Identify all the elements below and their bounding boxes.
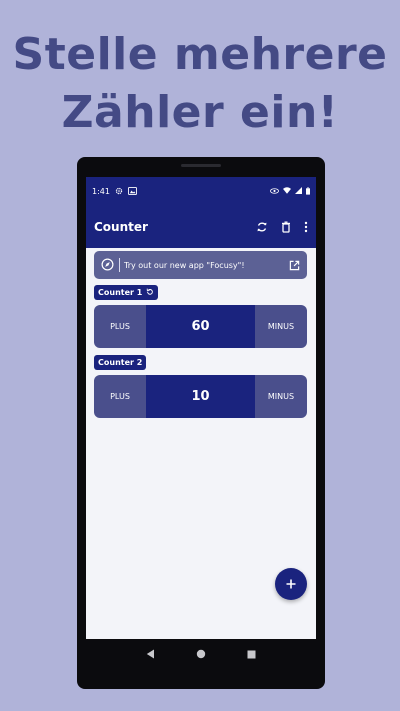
banner-text: Try out our new app "Focusy"! xyxy=(124,260,245,270)
counter-2-value: 10 xyxy=(146,375,255,418)
add-counter-button[interactable] xyxy=(275,568,307,600)
more-vert-icon[interactable] xyxy=(304,221,308,233)
compass-icon xyxy=(101,258,114,273)
counter-2-plus-button[interactable]: PLUS xyxy=(94,375,146,418)
reset-counter-icon[interactable] xyxy=(146,288,154,298)
headline-line-1: Stelle mehrere xyxy=(12,29,388,80)
counter-1-name: Counter 1 xyxy=(98,288,143,297)
refresh-icon[interactable] xyxy=(256,221,268,233)
promo-banner[interactable]: Try out our new app "Focusy"! xyxy=(94,251,307,279)
signal-icon xyxy=(295,187,302,196)
recents-icon[interactable] xyxy=(247,650,256,659)
counter-2-label[interactable]: Counter 2 xyxy=(94,355,147,370)
counter-1-minus-button[interactable]: MINUS xyxy=(255,305,307,348)
counter-1-label[interactable]: Counter 1 xyxy=(94,285,159,300)
system-nav-bar xyxy=(86,639,316,669)
delete-icon[interactable] xyxy=(281,221,291,233)
headline-line-2: Zähler ein! xyxy=(61,87,339,138)
status-time: 1:41 xyxy=(92,187,110,196)
app-bar: Counter xyxy=(86,206,316,248)
counter-1-plus-button[interactable]: PLUS xyxy=(94,305,146,348)
gear-icon xyxy=(115,187,123,197)
photo-icon xyxy=(128,186,137,197)
back-icon[interactable] xyxy=(146,649,155,659)
counter-1-value: 60 xyxy=(146,305,255,348)
app-title: Counter xyxy=(94,220,148,234)
counter-1-row: PLUS 60 MINUS xyxy=(94,305,307,348)
phone-speaker xyxy=(181,164,221,167)
promo-headline: Stelle mehrere Zähler ein! xyxy=(0,26,400,142)
battery-icon xyxy=(306,186,310,197)
counter-2-name: Counter 2 xyxy=(98,358,143,367)
status-bar: 1:41 xyxy=(86,177,316,206)
phone-frame: 1:41 Counter Try out our new app "Focusy… xyxy=(77,157,325,689)
plus-icon xyxy=(285,575,297,594)
open-external-icon[interactable] xyxy=(289,260,300,271)
wifi-icon xyxy=(283,187,291,196)
counter-2-row: PLUS 10 MINUS xyxy=(94,375,307,418)
phone-screen: 1:41 Counter Try out our new app "Focusy… xyxy=(86,177,316,639)
banner-divider xyxy=(119,258,120,272)
eye-icon xyxy=(270,187,279,196)
counter-2-minus-button[interactable]: MINUS xyxy=(255,375,307,418)
home-icon[interactable] xyxy=(196,649,206,659)
